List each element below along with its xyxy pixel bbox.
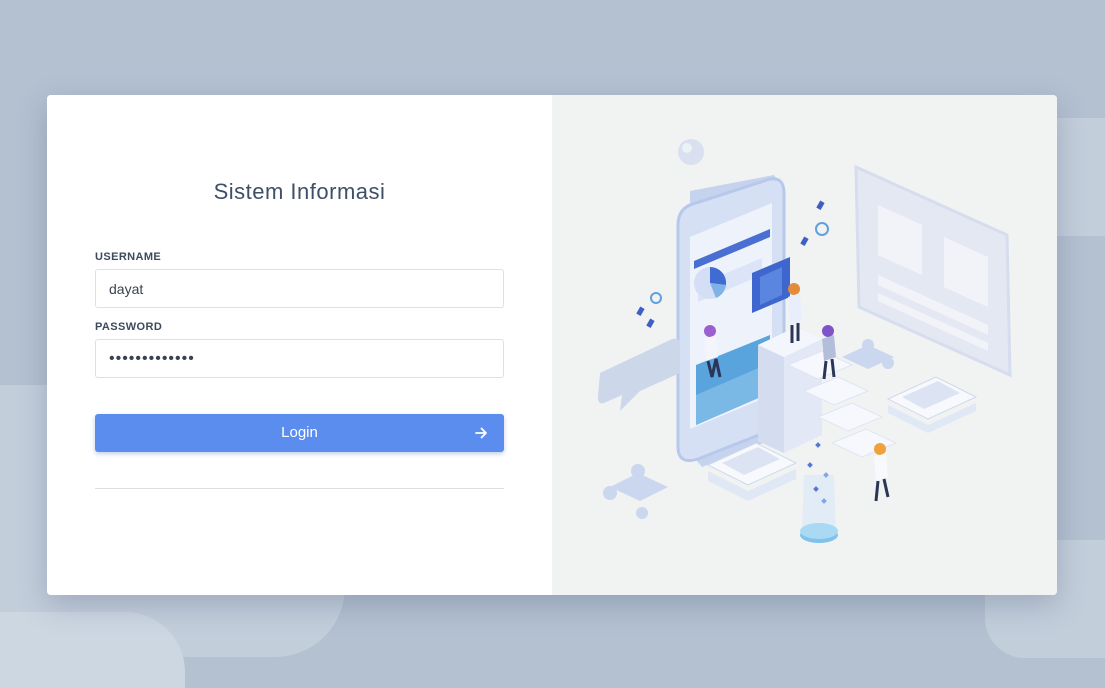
document-stack <box>886 376 978 433</box>
divider <box>95 488 504 489</box>
password-field[interactable] <box>95 339 504 378</box>
floating-panel <box>854 164 1012 378</box>
username-label: USERNAME <box>95 251 162 263</box>
login-card: Sistem Informasi USERNAME PASSWORD Login <box>47 95 1057 595</box>
person-figure <box>874 443 890 502</box>
chat-bubble <box>598 338 680 411</box>
sparkle-beam <box>800 442 838 543</box>
page-title: Sistem Informasi <box>213 179 386 204</box>
illustration-panel <box>552 95 1057 595</box>
login-button-label: Login <box>281 424 318 441</box>
isometric-illustration <box>598 139 1012 543</box>
password-label: PASSWORD <box>95 321 163 333</box>
username-field[interactable] <box>95 269 504 308</box>
login-form-panel: Sistem Informasi USERNAME PASSWORD Login <box>47 95 552 595</box>
arrow-right-icon <box>475 427 487 439</box>
puzzle-piece <box>603 464 668 519</box>
sphere <box>678 139 704 165</box>
login-button[interactable]: Login <box>95 414 504 452</box>
background-shape <box>0 612 185 688</box>
